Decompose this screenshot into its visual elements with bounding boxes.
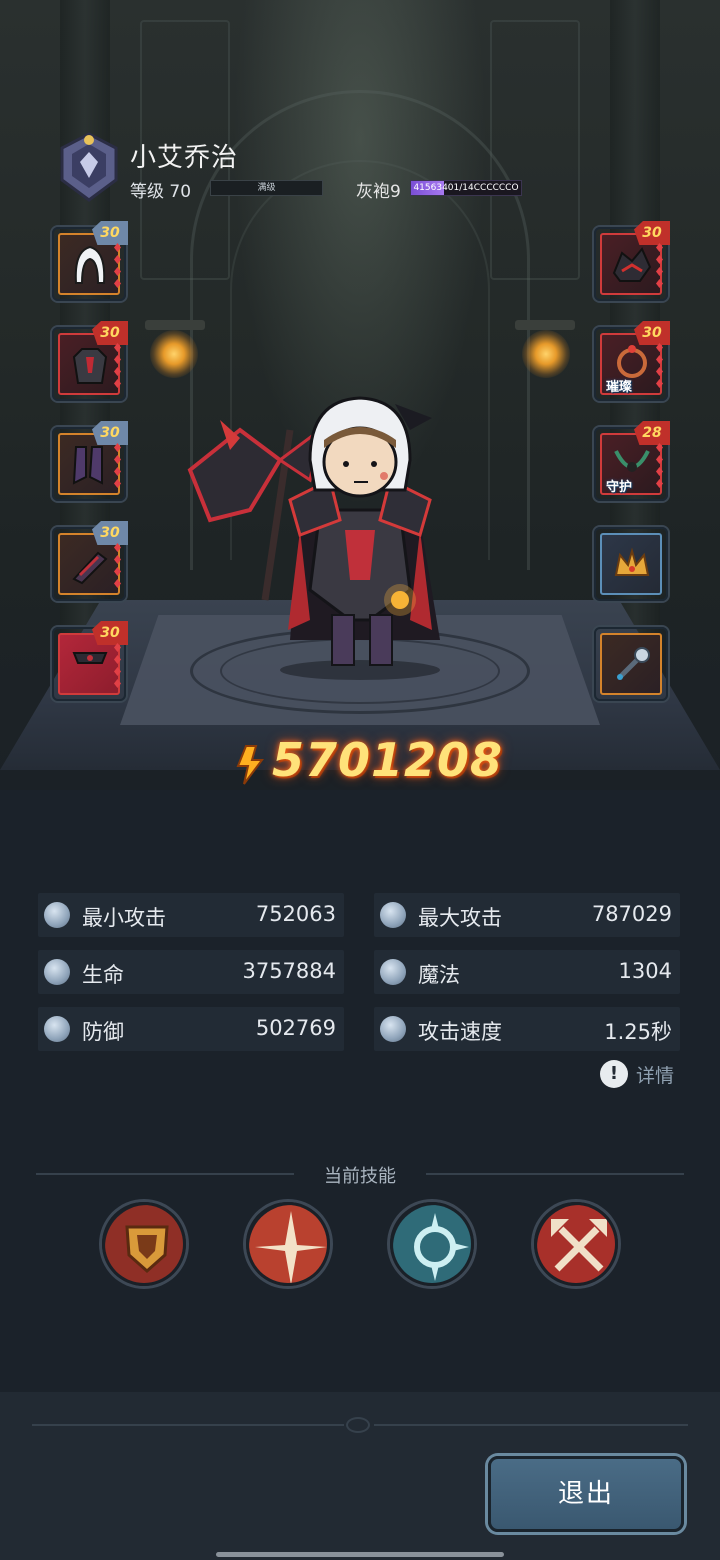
- divider: [426, 1173, 684, 1175]
- stat-value: 752063: [255, 902, 336, 926]
- equip-level-badge: 28: [634, 421, 670, 445]
- skill-slot-1[interactable]: [102, 1202, 186, 1286]
- skill-slot-3[interactable]: [390, 1202, 474, 1286]
- equip-slot-left-3[interactable]: 30: [52, 421, 128, 501]
- stat-attack-speed: 攻击速度 1.25秒: [374, 1007, 680, 1051]
- hood-icon: [74, 245, 106, 284]
- stat-defense: 防御 502769: [38, 1007, 344, 1051]
- stat-label: 防御: [82, 1020, 124, 1044]
- skill-slot-4[interactable]: [534, 1202, 618, 1286]
- stat-value: 1.25秒: [604, 1020, 672, 1044]
- mace-icon: [617, 647, 650, 680]
- equip-tag: 璀璨: [606, 380, 633, 395]
- hero-character: [187, 396, 440, 680]
- divider: [374, 1424, 688, 1426]
- combat-power-icon: [236, 745, 264, 785]
- equip-gems: [114, 543, 122, 591]
- crown-icon: [614, 547, 650, 576]
- equip-gems: [114, 643, 122, 691]
- speed-icon: [380, 1016, 406, 1042]
- equip-slot-left-2[interactable]: 30: [52, 321, 128, 401]
- equip-gems: [656, 343, 664, 391]
- equip-slot-right-3[interactable]: 28 守护: [594, 421, 670, 501]
- wall-lamp-icon: [150, 330, 198, 378]
- shield-icon: [44, 1016, 70, 1042]
- stat-label: 攻击速度: [418, 1020, 502, 1044]
- equip-slot-right-2[interactable]: 30 璀璨: [594, 321, 670, 401]
- stat-label: 生命: [82, 963, 124, 987]
- equip-slot-right-4[interactable]: [594, 527, 668, 601]
- equip-level-badge: 30: [92, 621, 128, 645]
- stat-max-attack: 最大攻击 787029: [374, 893, 680, 937]
- equip-slot-left-5[interactable]: 30: [52, 621, 128, 701]
- player-rank: 灰袍9: [356, 182, 401, 202]
- equip-level-badge: 30: [92, 321, 128, 345]
- equip-level-badge: 30: [634, 321, 670, 345]
- equip-gems: [114, 343, 122, 391]
- sword-icon: [380, 902, 406, 928]
- slash-burst-skill-icon: [249, 1205, 327, 1283]
- skill-slot-2[interactable]: [246, 1202, 330, 1286]
- equip-tag: 守护: [606, 480, 633, 495]
- crossed-axes-skill-icon: [537, 1205, 615, 1283]
- lamp-bracket: [145, 320, 205, 330]
- stat-health: 生命 3757884: [38, 950, 344, 994]
- level-progress-bar: 满级: [210, 180, 323, 196]
- bracer-icon: [72, 551, 108, 585]
- level-bar-text: 满级: [257, 183, 276, 193]
- heart-icon: [44, 959, 70, 985]
- details-label: 详情: [636, 1065, 675, 1087]
- armor-icon: [72, 348, 108, 384]
- player-name: 小艾乔治: [130, 143, 239, 173]
- equip-gems: [114, 243, 122, 291]
- equip-level-badge: 30: [92, 521, 128, 545]
- equip-slot-left-1[interactable]: 30: [52, 221, 128, 301]
- rank-emblem-icon: [60, 132, 118, 202]
- stat-min-attack: 最小攻击 752063: [38, 893, 344, 937]
- stat-value: 787029: [591, 902, 672, 926]
- equip-gems: [656, 443, 664, 491]
- equip-gems: [656, 243, 664, 291]
- exit-button[interactable]: 退出: [488, 1456, 684, 1532]
- pauldron-icon: [612, 247, 652, 282]
- equip-level-badge: 30: [92, 421, 128, 445]
- player-level: 等级 70: [130, 182, 192, 202]
- stat-label: 最小攻击: [82, 906, 166, 930]
- vortex-skill-icon: [393, 1205, 471, 1283]
- rank-progress-bar: 41563401/14CCCCCCO: [410, 180, 522, 196]
- stat-label: 最大攻击: [418, 906, 502, 930]
- skills-title: 当前技能: [324, 1166, 396, 1187]
- sword-icon: [44, 902, 70, 928]
- stat-magic: 魔法 1304: [374, 950, 680, 994]
- equip-gems: [114, 443, 122, 491]
- shield-crest-skill-icon: [105, 1205, 183, 1283]
- stat-value: 3757884: [242, 959, 336, 983]
- equip-slot-left-4[interactable]: 30: [52, 521, 128, 601]
- stat-label: 魔法: [418, 963, 460, 987]
- rank-progress-text: 41563401/14CCCCCCO: [413, 183, 519, 193]
- divider: [36, 1173, 294, 1175]
- home-indicator[interactable]: [216, 1552, 504, 1557]
- combat-power-value: 5701208: [272, 733, 504, 787]
- lamp-bracket: [515, 320, 575, 330]
- wall-lamp-icon: [522, 330, 570, 378]
- stat-value: 502769: [255, 1016, 336, 1040]
- equip-slot-right-5[interactable]: [594, 627, 668, 701]
- boots-icon: [72, 446, 103, 485]
- divider: [32, 1424, 344, 1426]
- equip-level-badge: 30: [92, 221, 128, 245]
- equip-level-badge: 30: [634, 221, 670, 245]
- equip-slot-right-1[interactable]: 30: [594, 221, 670, 301]
- stat-value: 1304: [618, 959, 672, 983]
- info-icon: !: [600, 1060, 628, 1088]
- belt-icon: [72, 652, 108, 664]
- divider-ornament-icon: [346, 1417, 370, 1433]
- magic-icon: [380, 959, 406, 985]
